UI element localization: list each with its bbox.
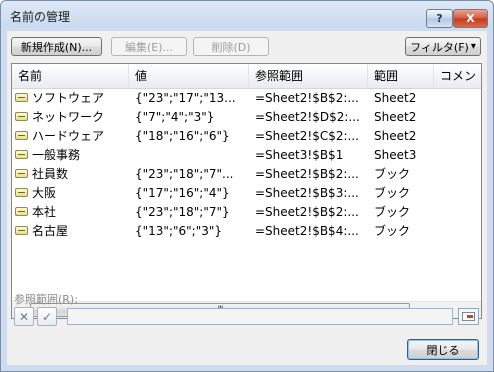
list-row[interactable]: 本社 {"23";"18";"7"} =Sheet2!$B$2:... ブック (12, 203, 481, 222)
name-range-icon (15, 150, 28, 159)
row-name: ソフトウェア (32, 91, 105, 105)
list-row[interactable]: 一般事務 =Sheet3!$B$1 Sheet3 (12, 146, 481, 165)
column-header-scope[interactable]: 範囲 (368, 64, 434, 88)
row-value: {"17";"16";"4"} (135, 186, 230, 200)
title-close-button[interactable]: X (453, 9, 488, 28)
row-scope: ブック (374, 186, 411, 200)
name-range-icon (15, 226, 28, 235)
dialog-body: 新規作成(N)... 編集(E)... 削除(D) フィルタ(F) ▾ 名前 値… (7, 31, 487, 365)
names-list[interactable]: 名前 値 参照範囲 範囲 コメン ソフトウェア {"23";"17";"13..… (11, 63, 482, 319)
row-value: {"13";"6";"3"} (135, 224, 223, 238)
row-scope: Sheet2 (374, 129, 417, 143)
row-scope: Sheet2 (374, 91, 417, 105)
list-row[interactable]: 名古屋 {"13";"6";"3"} =Sheet2!$B$4:... ブック (12, 222, 481, 241)
name-manager-dialog: 名前の管理 ? X 新規作成(N)... 編集(E)... 削除(D) フィルタ… (0, 0, 494, 372)
name-range-icon (15, 112, 28, 121)
row-name: 社員数 (32, 167, 69, 181)
new-name-button[interactable]: 新規作成(N)... (11, 37, 102, 56)
confirm-edit-button[interactable]: ✓ (37, 307, 57, 326)
row-refers-to: =Sheet2!$B$2:... (255, 91, 359, 105)
row-scope: ブック (374, 205, 411, 219)
row-refers-to: =Sheet2!$D$2:... (255, 110, 360, 124)
row-scope: Sheet3 (374, 148, 417, 162)
row-refers-to: =Sheet3!$B$1 (255, 148, 344, 162)
row-name: 一般事務 (32, 148, 81, 162)
row-refers-to: =Sheet2!$B$4:... (255, 224, 359, 238)
list-row[interactable]: ソフトウェア {"23";"17";"13... =Sheet2!$B$2:..… (12, 89, 481, 108)
filter-label: フィルタ(F) (410, 40, 469, 54)
edit-name-button[interactable]: 編集(E)... (111, 37, 187, 56)
close-button[interactable]: 閉じる (407, 339, 479, 360)
filter-button[interactable]: フィルタ(F) ▾ (405, 37, 481, 56)
list-row[interactable]: ハードウェア {"18";"16";"6"} =Sheet2!$C$2:... … (12, 127, 481, 146)
column-header-value[interactable]: 値 (129, 64, 249, 88)
row-refers-to: =Sheet2!$B$2:... (255, 205, 359, 219)
list-row[interactable]: 大阪 {"17";"16";"4"} =Sheet2!$B$3:... ブック (12, 184, 481, 203)
row-value: {"23";"18";"7"... (135, 167, 234, 181)
range-select-icon (462, 312, 475, 321)
column-header-name[interactable]: 名前 (12, 64, 129, 88)
row-value (135, 146, 249, 165)
row-refers-to: =Sheet2!$B$3:... (255, 186, 359, 200)
column-header-refers-to[interactable]: 参照範囲 (249, 64, 368, 88)
list-header: 名前 値 参照範囲 範囲 コメン (12, 64, 481, 89)
delete-name-button[interactable]: 削除(D) (193, 37, 269, 56)
name-range-icon (15, 207, 28, 216)
name-range-icon (15, 93, 28, 102)
row-name: ハードウェア (32, 129, 105, 143)
name-range-icon (15, 169, 28, 178)
row-scope: Sheet2 (374, 110, 417, 124)
name-range-icon (15, 188, 28, 197)
list-row[interactable]: 社員数 {"23";"18";"7"... =Sheet2!$B$2:... ブ… (12, 165, 481, 184)
row-name: 名古屋 (32, 224, 69, 238)
dialog-title: 名前の管理 (10, 10, 71, 24)
cross-icon: ✕ (18, 309, 30, 324)
refers-to-input[interactable] (67, 308, 453, 325)
row-value: {"18";"16";"6"} (135, 129, 230, 143)
chevron-down-icon: ▾ (470, 41, 476, 52)
cancel-edit-button[interactable]: ✕ (14, 307, 34, 326)
row-scope: ブック (374, 224, 411, 238)
row-name: ネットワーク (32, 110, 105, 124)
column-header-comment[interactable]: コメン (434, 64, 481, 88)
collapse-dialog-button[interactable] (458, 308, 479, 325)
help-button[interactable]: ? (426, 9, 453, 28)
row-value: {"7";"4";"3"} (135, 110, 215, 124)
row-value: {"23";"18";"7"} (135, 205, 230, 219)
list-row[interactable]: ネットワーク {"7";"4";"3"} =Sheet2!$D$2:... Sh… (12, 108, 481, 127)
row-value: {"23";"17";"13... (135, 91, 236, 105)
row-name: 大阪 (32, 186, 57, 200)
title-bar[interactable]: 名前の管理 ? X (1, 1, 493, 31)
row-refers-to: =Sheet2!$B$2:... (255, 167, 359, 181)
refers-to-label: 参照範囲(R): (14, 293, 78, 306)
checkmark-icon: ✓ (41, 309, 53, 324)
name-range-icon (15, 131, 28, 140)
row-refers-to: =Sheet2!$C$2:... (255, 129, 359, 143)
row-name: 本社 (32, 205, 57, 219)
row-scope: ブック (374, 167, 411, 181)
